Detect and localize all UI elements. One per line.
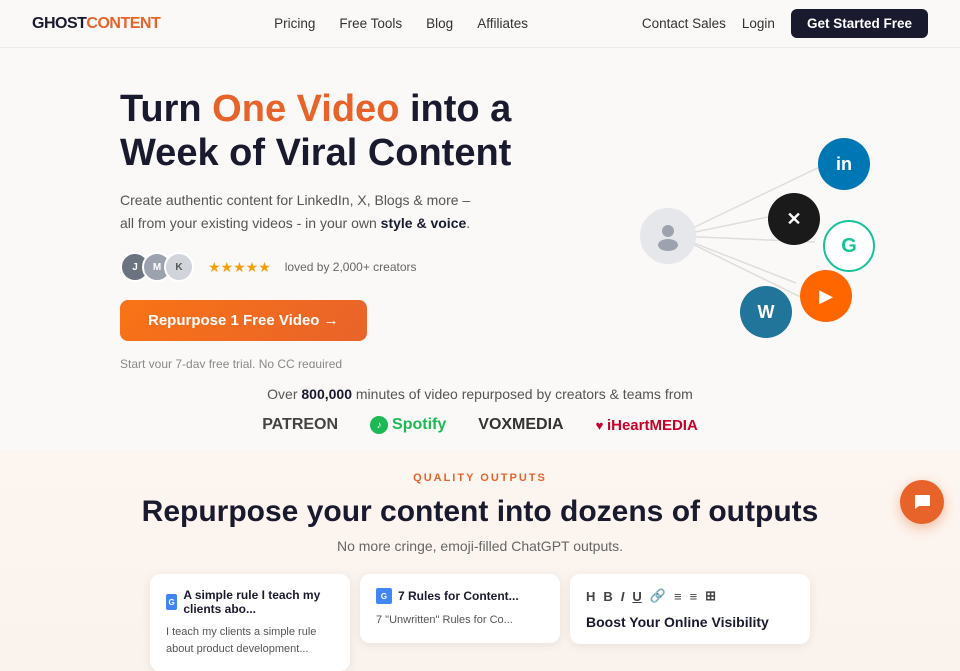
hero-visual: in ✕ G ▶ W — [600, 78, 880, 358]
toolbar-u[interactable]: U — [632, 589, 641, 604]
spotify-logo: ♪ Spotify — [370, 416, 446, 434]
brand-logos: PATREON ♪ Spotify VOXMEDIA ♥ iHeartMEDIA — [32, 416, 928, 434]
star-rating: ★★★★★ — [208, 259, 271, 276]
grammarly-label: G — [841, 235, 857, 258]
hero-title: Turn One Video into a Week of Viral Cont… — [120, 88, 600, 175]
nav-pricing[interactable]: Pricing — [274, 16, 315, 31]
stats-number: 800,000 — [301, 386, 352, 402]
wordpress-icon: W — [740, 286, 792, 338]
content-card-1: G A simple rule I teach my clients abo..… — [150, 574, 350, 671]
quality-subtitle: No more cringe, emoji-filled ChatGPT out… — [32, 538, 928, 554]
toolbar-i[interactable]: I — [621, 589, 625, 604]
center-avatar — [640, 208, 696, 264]
iheart-logo: ♥ iHeartMEDIA — [596, 417, 698, 434]
hero-title-highlight: One Video — [212, 88, 399, 130]
card-1-title: A simple rule I teach my clients abo... — [183, 588, 334, 616]
card-2-body: 7 "Unwritten" Rules for Co... — [376, 612, 544, 629]
card-1-icon: G — [166, 594, 177, 610]
navbar: GHOST CONTENT Pricing Free Tools Blog Af… — [0, 0, 960, 48]
login-link[interactable]: Login — [742, 16, 775, 31]
chat-bubble[interactable] — [900, 480, 944, 524]
nav-blog[interactable]: Blog — [426, 16, 453, 31]
card-2-title: 7 Rules for Content... — [398, 589, 519, 603]
card-1-body: I teach my clients a simple rule about p… — [166, 624, 334, 657]
card-2-header: G 7 Rules for Content... — [376, 588, 544, 604]
trial-text: Start your 7-day free trial. No CC requi… — [120, 357, 600, 368]
nav-free-tools[interactable]: Free Tools — [339, 16, 402, 31]
get-started-button[interactable]: Get Started Free — [791, 9, 928, 38]
quality-section: QUALITY OUTPUTS Repurpose your content i… — [0, 450, 960, 671]
twitter-x-icon: ✕ — [768, 193, 820, 245]
hero-section: Turn One Video into a Week of Viral Cont… — [0, 48, 960, 368]
editor-card: H B I U 🔗 ≡ ≡ ⊞ Boost Your Online Visibi… — [570, 574, 810, 644]
spotify-label: Spotify — [392, 416, 446, 434]
toolbar-list2[interactable]: ≡ — [690, 589, 698, 604]
editor-title: Boost Your Online Visibility — [586, 614, 794, 630]
nav-links: Pricing Free Tools Blog Affiliates — [274, 16, 528, 31]
stats-suffix: minutes of video repurposed by creators … — [352, 386, 693, 402]
nav-affiliates[interactable]: Affiliates — [477, 16, 528, 31]
toolbar-link[interactable]: 🔗 — [650, 588, 666, 604]
wp-label: W — [758, 302, 775, 323]
nav-right: Contact Sales Login Get Started Free — [642, 9, 928, 38]
stats-prefix: Over — [267, 386, 301, 402]
hero-desc-bold: style & voice — [381, 215, 467, 231]
toolbar-h[interactable]: H — [586, 589, 595, 604]
toolbar-grid[interactable]: ⊞ — [705, 588, 716, 604]
card-1-header: G A simple rule I teach my clients abo..… — [166, 588, 334, 616]
social-proof-text: loved by 2,000+ creators — [285, 260, 417, 274]
avatar-3: K — [164, 252, 194, 282]
card-2-icon: G — [376, 588, 392, 604]
linkedin-icon: in — [818, 138, 870, 190]
content-card-2: G 7 Rules for Content... 7 "Unwritten" R… — [360, 574, 560, 643]
hero-desc-end: . — [466, 215, 470, 231]
rss-icon: ▶ — [800, 270, 852, 322]
repurpose-cta-button[interactable]: Repurpose 1 Free Video → — [120, 300, 367, 341]
patreon-logo: PATREON — [262, 416, 338, 434]
spotify-icon: ♪ — [377, 420, 382, 431]
cards-row: G A simple rule I teach my clients abo..… — [32, 574, 928, 671]
logo-ghost-text: GHOST — [32, 15, 86, 33]
x-label: ✕ — [786, 209, 801, 230]
spotify-dot: ♪ — [370, 416, 388, 434]
grammarly-icon: G — [823, 220, 875, 272]
toolbar-b[interactable]: B — [603, 589, 612, 604]
iheart-heart: ♥ — [596, 418, 607, 433]
toolbar-list1[interactable]: ≡ — [674, 589, 682, 604]
hero-left: Turn One Video into a Week of Viral Cont… — [120, 88, 600, 368]
contact-sales-link[interactable]: Contact Sales — [642, 16, 726, 31]
chat-icon — [911, 491, 933, 513]
quality-eyebrow: QUALITY OUTPUTS — [32, 472, 928, 484]
quality-title: Repurpose your content into dozens of ou… — [32, 494, 928, 530]
avatars: J M K — [120, 252, 186, 282]
editor-toolbar: H B I U 🔗 ≡ ≡ ⊞ — [586, 588, 794, 604]
logo[interactable]: GHOST CONTENT — [32, 15, 160, 33]
stats-text: Over 800,000 minutes of video repurposed… — [32, 386, 928, 402]
iheart-label: iHeartMEDIA — [607, 417, 698, 434]
logo-content-text: CONTENT — [86, 15, 160, 33]
stats-section: Over 800,000 minutes of video repurposed… — [0, 368, 960, 450]
hero-description: Create authentic content for LinkedIn, X… — [120, 189, 480, 234]
rss-label: ▶ — [819, 286, 833, 307]
vox-logo: VOXMEDIA — [478, 416, 563, 434]
hero-title-prefix: Turn — [120, 88, 212, 130]
linkedin-label: in — [836, 154, 852, 175]
social-proof: J M K ★★★★★ loved by 2,000+ creators — [120, 252, 600, 282]
